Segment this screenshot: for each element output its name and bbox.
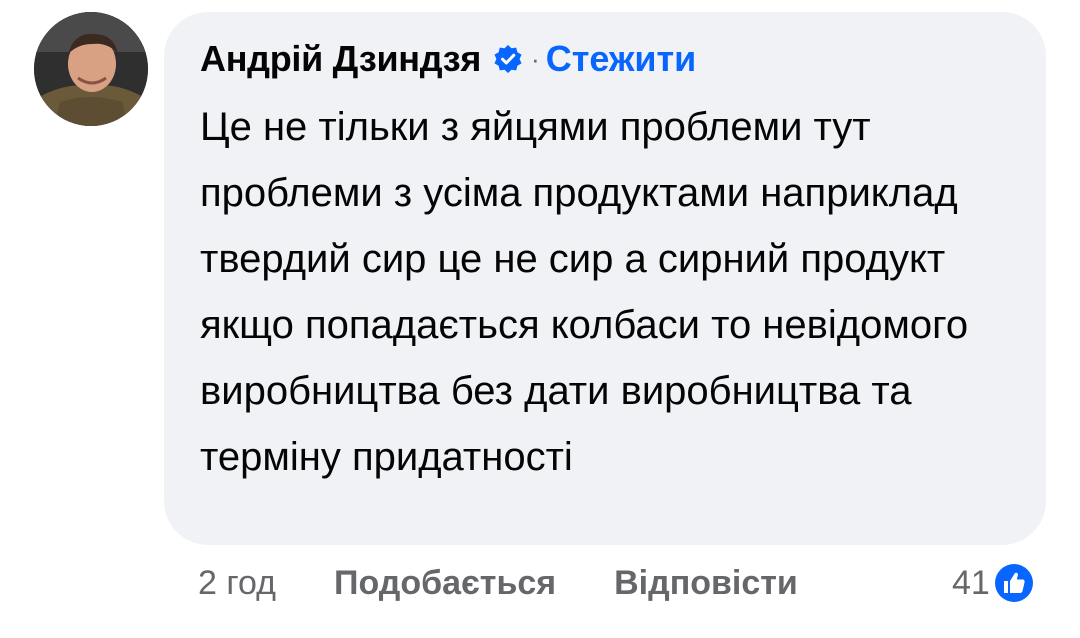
reply-button[interactable]: Відповісти	[614, 564, 798, 603]
follow-button[interactable]: Стежити	[546, 38, 697, 80]
comment-header: Андрій Дзиндзя · Стежити	[200, 36, 1010, 82]
like-reaction-icon	[992, 561, 1036, 605]
reaction-count: 41	[952, 563, 990, 602]
avatar-photo	[34, 12, 148, 126]
separator-dot: ·	[531, 43, 540, 74]
timestamp[interactable]: 2 год	[198, 564, 276, 603]
author-name[interactable]: Андрій Дзиндзя	[200, 38, 481, 80]
comment-text: Це не тільки з яйцями проблеми тут пробл…	[200, 105, 969, 479]
avatar[interactable]	[34, 12, 148, 126]
verified-badge-icon	[493, 44, 523, 74]
comment-bubble: Андрій Дзиндзя · Стежити Це не тільки з …	[164, 12, 1046, 545]
comment-actions: 2 год Подобається Відповісти	[198, 558, 798, 608]
like-button[interactable]: Подобається	[334, 564, 556, 603]
reaction-summary[interactable]: 41	[952, 558, 1036, 608]
